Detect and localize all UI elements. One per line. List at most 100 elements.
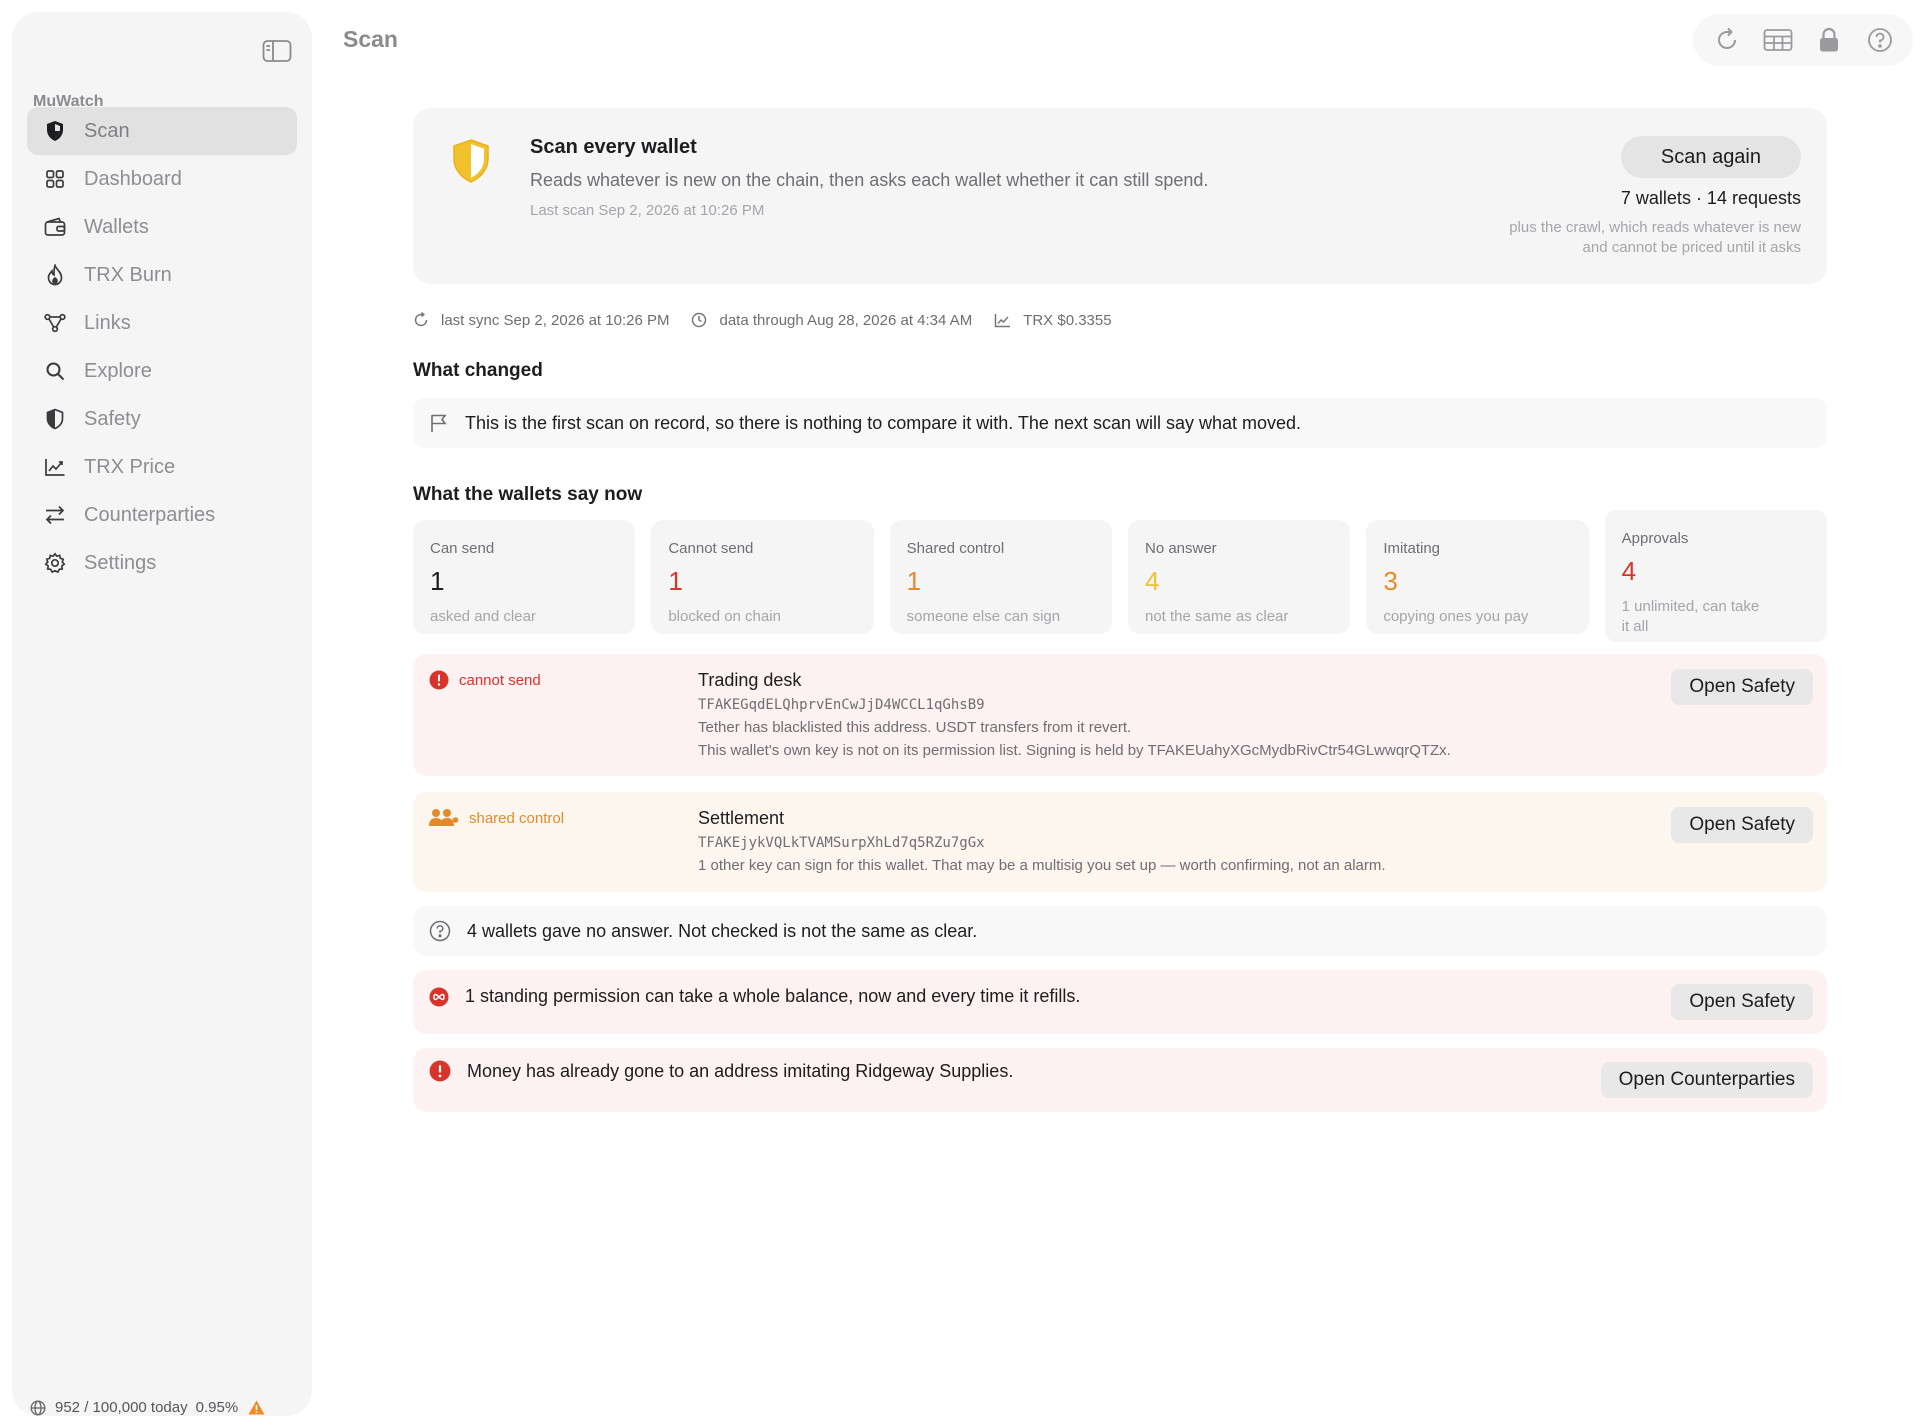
hero-description: Reads whatever is new on the chain, then… bbox=[530, 170, 1209, 190]
stat-value: 3 bbox=[1383, 566, 1398, 596]
stat-approvals[interactable]: Approvals 4 1 unlimited, can take it all bbox=[1604, 510, 1827, 642]
sidebar-item-label: Settings bbox=[84, 551, 157, 574]
alert-no-answer: 4 wallets gave no answer. Not checked is… bbox=[413, 906, 1827, 956]
sidebar-item-dashboard[interactable]: Dashboard bbox=[27, 155, 297, 203]
last-sync: last sync Sep 2, 2026 at 10:26 PM bbox=[413, 312, 669, 329]
sidebar-item-label: Explore bbox=[84, 359, 152, 382]
sidebar: MuWatch Scan Dashboard Wallets TRX Burn bbox=[12, 12, 312, 1416]
usage-percent: 0.95% bbox=[195, 1399, 239, 1416]
trx-price-text: TRX $0.3355 bbox=[1023, 311, 1112, 329]
stat-sub-line: 1 unlimited, can take bbox=[1621, 598, 1760, 615]
open-counterparties-button[interactable]: Open Counterparties bbox=[1600, 1062, 1813, 1098]
chart-icon bbox=[994, 313, 1011, 328]
sidebar-item-counterparties[interactable]: Counterparties bbox=[27, 491, 297, 539]
flame-icon bbox=[44, 264, 66, 286]
stat-label: Cannot send bbox=[668, 540, 754, 557]
main-content: Scan every wallet Reads whatever is new … bbox=[413, 108, 1827, 1112]
sidebar-item-trx-burn[interactable]: TRX Burn bbox=[27, 251, 297, 299]
refresh-icon bbox=[1717, 27, 1736, 49]
error-icon bbox=[429, 670, 449, 690]
table-view-button[interactable] bbox=[1758, 20, 1798, 60]
sidebar-item-label: Counterparties bbox=[84, 503, 216, 526]
alert-settlement: shared control Settlement TFAKEjykVQLkTV… bbox=[413, 792, 1827, 892]
stat-value: 4 bbox=[1621, 556, 1637, 586]
flag-icon bbox=[429, 413, 449, 433]
scan-hero-card: Scan every wallet Reads whatever is new … bbox=[413, 108, 1827, 284]
help-button[interactable] bbox=[1860, 20, 1900, 60]
sidebar-item-label: Safety bbox=[84, 407, 141, 430]
sidebar-item-wallets[interactable]: Wallets bbox=[27, 203, 297, 251]
help-icon bbox=[1867, 28, 1892, 52]
stat-sub: someone else can sign bbox=[906, 608, 1061, 625]
sidebar-item-links[interactable]: Links bbox=[27, 299, 297, 347]
alert-tag: shared control bbox=[429, 808, 564, 828]
yellow-shield-icon bbox=[451, 138, 491, 184]
api-usage: 952 / 100,000 today 0.95% bbox=[30, 1399, 265, 1416]
sidebar-item-scan[interactable]: Scan bbox=[27, 107, 297, 155]
page-title: Scan bbox=[343, 26, 398, 52]
refresh-button[interactable] bbox=[1707, 20, 1747, 60]
trx-price: TRX $0.3355 bbox=[994, 311, 1112, 329]
alert-body: Settlement TFAKEjykVQLkTVAMSurpXhLd7q5RZ… bbox=[698, 808, 1386, 874]
alert-text: 1 standing permission can take a whole b… bbox=[465, 986, 1081, 1006]
alert-standing-permission: 1 standing permission can take a whole b… bbox=[413, 970, 1827, 1034]
scan-again-button[interactable]: Scan again bbox=[1620, 136, 1801, 178]
clock-icon bbox=[691, 312, 707, 328]
alert-detail: Tether has blacklisted this address. USD… bbox=[698, 719, 1132, 736]
wallet-stats: Can send 1 asked and clear Cannot send 1… bbox=[413, 510, 1827, 642]
sidebar-item-trx-price[interactable]: TRX Price bbox=[27, 443, 297, 491]
data-through: data through Aug 28, 2026 at 4:34 AM bbox=[691, 312, 972, 329]
sidebar-toggle-icon bbox=[262, 40, 292, 62]
stat-sub: 1 unlimited, can take it all bbox=[1622, 597, 1810, 637]
wallet-address[interactable]: TFAKEjykVQLkTVAMSurpXhLd7q5RZu7gGx bbox=[698, 835, 1386, 851]
sidebar-item-label: Scan bbox=[84, 119, 130, 142]
globe-icon bbox=[30, 1399, 46, 1416]
scan-cost-note-line: plus the crawl, which reads whatever is … bbox=[1509, 219, 1801, 236]
search-icon bbox=[44, 360, 66, 382]
alert-imitation: Money has already gone to an address imi… bbox=[413, 1048, 1827, 1112]
lock-icon bbox=[1819, 27, 1838, 52]
half-shield-icon bbox=[44, 408, 66, 430]
sidebar-item-label: TRX Price bbox=[84, 455, 176, 478]
sidebar-item-safety[interactable]: Safety bbox=[27, 395, 297, 443]
alert-row: 1 standing permission can take a whole b… bbox=[413, 986, 1080, 1007]
stat-sub: not the same as clear bbox=[1144, 608, 1289, 625]
sidebar-toggle-button[interactable] bbox=[260, 36, 294, 66]
lock-button[interactable] bbox=[1809, 20, 1849, 60]
stat-cannot-send[interactable]: Cannot send 1 blocked on chain bbox=[651, 520, 874, 634]
alert-tag-text: cannot send bbox=[459, 671, 541, 689]
wallet-address[interactable]: TFAKEGqdELQhprvEnCwJjD4WCCL1qGhsB9 bbox=[698, 697, 1451, 713]
sidebar-item-settings[interactable]: Settings bbox=[27, 539, 297, 587]
stat-sub: asked and clear bbox=[430, 608, 536, 625]
sidebar-item-explore[interactable]: Explore bbox=[27, 347, 297, 395]
infinity-icon bbox=[429, 987, 449, 1007]
sidebar-item-label: Dashboard bbox=[84, 167, 182, 190]
stat-sub: copying ones you pay bbox=[1383, 608, 1529, 625]
alert-body: Trading desk TFAKEGqdELQhprvEnCwJjD4WCCL… bbox=[698, 670, 1451, 759]
error-icon bbox=[429, 1060, 451, 1082]
usage-count: 952 / 100,000 today bbox=[55, 1399, 188, 1416]
stat-can-send[interactable]: Can send 1 asked and clear bbox=[413, 520, 636, 634]
wallet-icon bbox=[44, 216, 66, 238]
open-safety-button[interactable]: Open Safety bbox=[1671, 807, 1813, 843]
grid-icon bbox=[44, 168, 66, 190]
alert-text: 4 wallets gave no answer. Not checked is… bbox=[467, 920, 978, 941]
stat-shared-control[interactable]: Shared control 1 someone else can sign bbox=[889, 520, 1112, 634]
stat-sub: blocked on chain bbox=[668, 608, 781, 625]
alert-tag: cannot send bbox=[429, 670, 541, 690]
chart-icon bbox=[44, 456, 66, 478]
open-safety-button[interactable]: Open Safety bbox=[1671, 669, 1813, 705]
stat-imitating[interactable]: Imitating 3 copying ones you pay bbox=[1366, 520, 1589, 634]
nodes-icon bbox=[44, 312, 66, 334]
what-changed-title: What changed bbox=[413, 360, 543, 381]
hero-title: Scan every wallet bbox=[530, 136, 697, 158]
stat-no-answer[interactable]: No answer 4 not the same as clear bbox=[1127, 520, 1351, 634]
scan-cost-note: plus the crawl, which reads whatever is … bbox=[1401, 218, 1801, 258]
stat-value: 1 bbox=[906, 566, 922, 596]
shield-icon bbox=[44, 120, 66, 142]
alert-trading-desk: cannot send Trading desk TFAKEGqdELQhprv… bbox=[413, 654, 1827, 776]
arrows-icon bbox=[44, 504, 66, 526]
open-safety-button[interactable]: Open Safety bbox=[1671, 984, 1813, 1020]
what-changed-box: This is the first scan on record, so the… bbox=[413, 398, 1827, 448]
sync-status-row: last sync Sep 2, 2026 at 10:26 PM data t… bbox=[413, 310, 1827, 330]
